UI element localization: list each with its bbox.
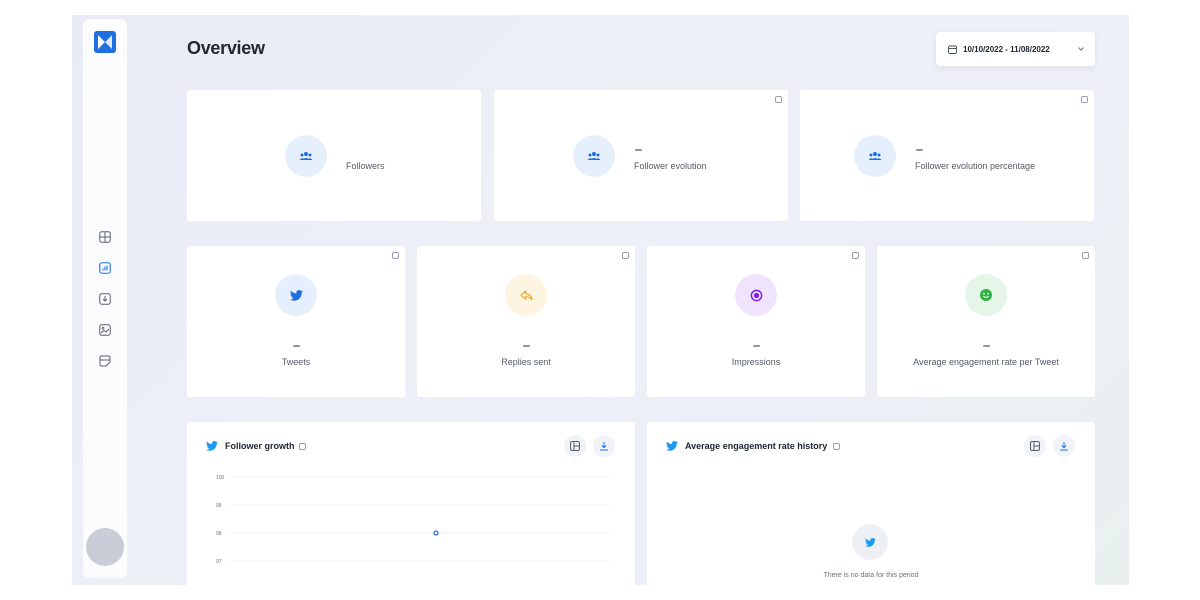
info-icon[interactable] [392, 252, 399, 259]
metric-value-placeholder [523, 345, 530, 347]
y-tick-label: 98 [216, 531, 222, 537]
metric-label: Tweets [281, 357, 311, 367]
layout-toggle-button[interactable] [1024, 435, 1046, 457]
metric-icon-circle [965, 274, 1007, 316]
metric-card-average-engagement: Average engagement rate per Tweet [877, 246, 1095, 397]
sidebar-item-media[interactable] [98, 323, 112, 337]
stat-icon-circle [285, 135, 327, 177]
stat-value-placeholder [635, 149, 642, 151]
analytics-icon [99, 262, 111, 274]
info-icon[interactable] [852, 252, 859, 259]
download-icon [1060, 442, 1068, 451]
sidebar-item-analytics[interactable] [98, 261, 112, 275]
metric-value-placeholder [293, 345, 300, 347]
stat-card-follower-evolution-percentage: Follower evolution percentage [800, 90, 1094, 221]
sidebar-item-layout[interactable] [98, 230, 112, 244]
layout-icon [1030, 441, 1040, 451]
reply-icon [519, 289, 533, 300]
data-point[interactable] [433, 530, 439, 536]
metric-label: Replies sent [501, 357, 551, 367]
calendar-icon [948, 45, 957, 54]
metric-value-placeholder [753, 345, 760, 347]
stat-label: Follower evolution percentage [915, 161, 1036, 171]
twitter-icon [864, 537, 876, 547]
chevron-down-icon [1078, 47, 1084, 51]
stat-icon-circle [854, 135, 896, 177]
y-tick-label: 99 [216, 503, 222, 509]
smile-icon [980, 289, 992, 301]
metric-icon-circle [505, 274, 547, 316]
stat-label: Follower evolution [634, 161, 707, 171]
stat-label: Followers [346, 161, 385, 171]
twitter-icon [289, 289, 303, 301]
y-tick-label: 97 [216, 559, 222, 565]
info-icon[interactable] [1082, 252, 1089, 259]
info-icon[interactable] [833, 443, 840, 450]
panel-title: Average engagement rate history [685, 441, 828, 451]
metric-card-impressions: Impressions [647, 246, 865, 397]
metric-card-replies-sent: Replies sent [417, 246, 635, 397]
info-icon[interactable] [622, 252, 629, 259]
date-range-text: 10/10/2022 - 11/08/2022 [963, 44, 1050, 54]
follower-growth-chart: 100 99 98 97 [216, 475, 611, 565]
empty-state-text: There is no data for this period [823, 572, 919, 579]
stat-card-followers: Followers [187, 90, 481, 221]
date-range-picker[interactable]: 10/10/2022 - 11/08/2022 [936, 32, 1095, 66]
target-icon [750, 289, 762, 301]
metric-label: Impressions [731, 357, 781, 367]
sidebar-item-download[interactable] [98, 292, 112, 306]
user-avatar[interactable] [86, 528, 124, 566]
sidebar [83, 19, 127, 578]
engagement-history-panel: Average engagement rate history There is… [647, 422, 1095, 585]
users-icon [587, 152, 601, 160]
y-tick-label: 100 [216, 475, 225, 481]
empty-state-icon-circle [852, 524, 888, 560]
info-icon[interactable] [775, 96, 782, 103]
app-window: Overview 10/10/2022 - 11/08/2022 Followe… [72, 15, 1129, 585]
metric-value-placeholder [983, 345, 990, 347]
message-icon [99, 355, 111, 367]
stat-icon-circle [573, 135, 615, 177]
download-button[interactable] [1053, 435, 1075, 457]
metric-label: Average engagement rate per Tweet [913, 357, 1059, 367]
page-title: Overview [187, 38, 265, 58]
metric-icon-circle [275, 274, 317, 316]
info-icon[interactable] [1081, 96, 1088, 103]
users-icon [299, 152, 313, 160]
download-icon [99, 293, 111, 305]
metric-card-tweets: Tweets [187, 246, 405, 397]
follower-growth-panel: Follower growth 100 99 98 97 [187, 422, 635, 585]
stat-value-placeholder [916, 149, 923, 151]
metric-icon-circle [735, 274, 777, 316]
sidebar-item-messages[interactable] [98, 354, 112, 368]
stat-card-follower-evolution: Follower evolution [494, 90, 788, 221]
image-icon [99, 324, 111, 336]
brand-logo[interactable] [94, 31, 116, 53]
users-icon [868, 152, 882, 160]
layout-icon [99, 231, 111, 243]
twitter-icon [666, 441, 678, 451]
